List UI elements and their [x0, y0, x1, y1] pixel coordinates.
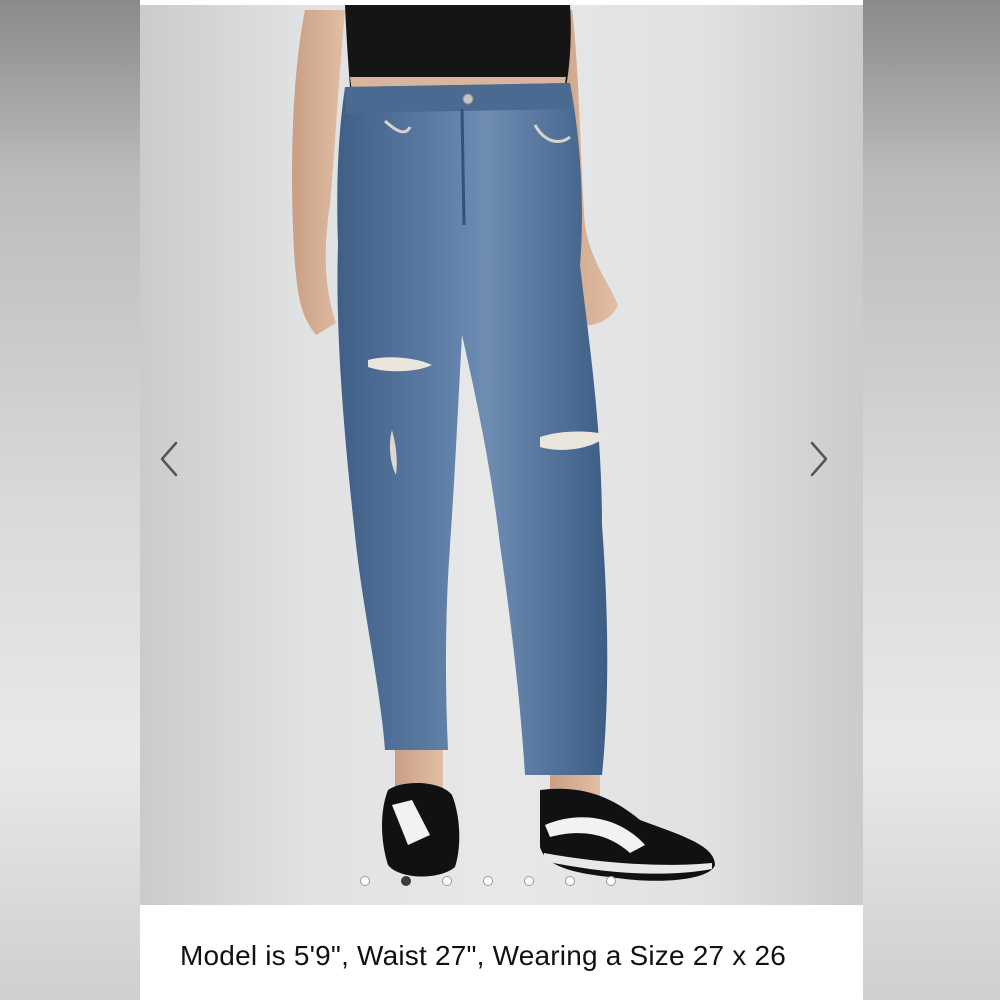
carousel-dot-3[interactable]: [442, 876, 452, 886]
carousel-pagination: [360, 876, 616, 890]
left-blurred-backdrop: [0, 0, 140, 1000]
carousel-dot-2-active[interactable]: [401, 876, 411, 886]
model-wearing-jeans-illustration: [292, 5, 715, 881]
right-blurred-backdrop: [860, 0, 1000, 1000]
carousel-dot-1[interactable]: [360, 876, 370, 886]
previous-image-button[interactable]: [150, 437, 190, 481]
chevron-left-icon: [160, 441, 178, 477]
carousel-dot-7[interactable]: [606, 876, 616, 886]
carousel-dot-5[interactable]: [524, 876, 534, 886]
product-photo[interactable]: [140, 5, 863, 905]
chevron-right-icon: [810, 441, 828, 477]
carousel-dot-6[interactable]: [565, 876, 575, 886]
carousel-dot-4[interactable]: [483, 876, 493, 886]
fit-caption: Model is 5'9", Waist 27", Wearing a Size…: [180, 940, 786, 971]
next-image-button[interactable]: [798, 437, 838, 481]
product-image-card: Model is 5'9", Waist 27", Wearing a Size…: [140, 0, 863, 1000]
